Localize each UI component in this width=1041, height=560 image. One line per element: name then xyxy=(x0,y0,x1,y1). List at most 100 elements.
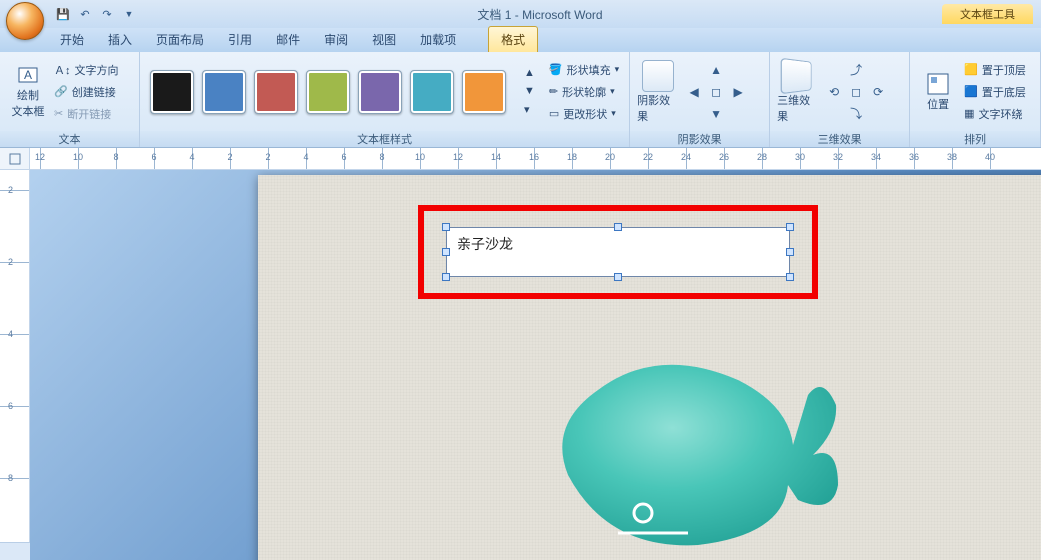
style-swatch-4[interactable] xyxy=(358,70,402,114)
group-arrange: 位置 🟨置于顶层 🟦置于底层 ▦文字环绕 排列 xyxy=(910,52,1041,147)
hruler-number: 12 xyxy=(453,152,463,162)
resize-handle-b[interactable] xyxy=(614,273,622,281)
tilt-down-icon[interactable]: ⤵ xyxy=(846,104,866,124)
send-to-back-button[interactable]: 🟦置于底层 xyxy=(960,82,1030,102)
save-button[interactable]: 💾 xyxy=(54,5,72,23)
text-wrapping-button[interactable]: ▦文字环绕 xyxy=(960,104,1030,124)
group-label-styles: 文本框样式 xyxy=(140,131,629,147)
hruler-number: 16 xyxy=(529,152,539,162)
tab-page-layout[interactable]: 页面布局 xyxy=(144,27,216,52)
textbox[interactable]: 亲子沙龙 xyxy=(446,227,790,277)
nudge-center-icon[interactable]: ◻ xyxy=(706,82,726,102)
send-back-icon: 🟦 xyxy=(964,85,978,98)
gallery-more-icon[interactable]: ▾ xyxy=(520,101,539,118)
hruler-number: 12 xyxy=(35,152,45,162)
draw-textbox-button[interactable]: A 绘制 文本框 xyxy=(6,57,50,127)
textbox-selection[interactable]: 亲子沙龙 xyxy=(446,227,790,277)
break-link-button[interactable]: ✂断开链接 xyxy=(50,104,123,124)
hruler-number: 28 xyxy=(757,152,767,162)
style-swatch-6[interactable] xyxy=(462,70,506,114)
hruler-number: 14 xyxy=(491,152,501,162)
hruler-number: 20 xyxy=(605,152,615,162)
ruler-row: 1210864224681012141618202224262830323436… xyxy=(0,148,1041,170)
nudge-right-icon[interactable]: ▶ xyxy=(728,82,748,102)
resize-handle-t[interactable] xyxy=(614,223,622,231)
shadow-effects-button[interactable]: 阴影效果 xyxy=(636,57,680,127)
group-label-3d: 三维效果 xyxy=(770,131,909,147)
nudge-up-icon[interactable]: ▲ xyxy=(706,60,726,80)
window-title: 文档 1 - Microsoft Word xyxy=(138,6,942,23)
bring-to-front-button[interactable]: 🟨置于顶层 xyxy=(960,60,1030,80)
vertical-ruler-wrap: 22468 xyxy=(0,170,30,560)
redo-button[interactable]: ↷ xyxy=(98,5,116,23)
hruler-number: 8 xyxy=(113,152,118,162)
nudge-left-icon[interactable]: ◀ xyxy=(684,82,704,102)
resize-handle-r[interactable] xyxy=(786,248,794,256)
hruler-number: 2 xyxy=(227,152,232,162)
tab-addins[interactable]: 加载项 xyxy=(408,27,468,52)
document-area[interactable]: 亲子沙龙 xyxy=(30,170,1041,560)
ruler-corner[interactable] xyxy=(0,148,30,169)
hruler-number: 18 xyxy=(567,152,577,162)
workspace: 22468 亲子沙龙 xyxy=(0,170,1041,560)
ribbon: A 绘制 文本框 Ａ↕文字方向 🔗创建链接 ✂断开链接 文本 ▲ ▼ ▾ 🪣形状… xyxy=(0,52,1041,148)
shadow-icon xyxy=(642,60,674,92)
qat-customize-icon[interactable]: ▼ xyxy=(120,5,138,23)
hruler-number: 26 xyxy=(719,152,729,162)
hruler-number: 4 xyxy=(189,152,194,162)
ruler-toggle-icon xyxy=(9,153,21,165)
resize-handle-tl[interactable] xyxy=(442,223,450,231)
tab-references[interactable]: 引用 xyxy=(216,27,264,52)
resize-handle-tr[interactable] xyxy=(786,223,794,231)
tilt-right-icon[interactable]: ⟳ xyxy=(868,82,888,102)
resize-handle-br[interactable] xyxy=(786,273,794,281)
tilt-left-icon[interactable]: ⟲ xyxy=(824,82,844,102)
gallery-down-icon[interactable]: ▼ xyxy=(520,83,539,99)
style-swatch-0[interactable] xyxy=(150,70,194,114)
resize-handle-bl[interactable] xyxy=(442,273,450,281)
vruler-number: 2 xyxy=(8,257,13,267)
quick-access-toolbar: 💾 ↶ ↷ ▼ xyxy=(54,5,138,23)
hruler-number: 22 xyxy=(643,152,653,162)
group-text: A 绘制 文本框 Ａ↕文字方向 🔗创建链接 ✂断开链接 文本 xyxy=(0,52,140,147)
style-swatch-1[interactable] xyxy=(202,70,246,114)
nudge-down-icon[interactable]: ▼ xyxy=(706,104,726,124)
tab-home[interactable]: 开始 xyxy=(48,27,96,52)
horizontal-ruler[interactable]: 1210864224681012141618202224262830323436… xyxy=(30,148,1041,169)
tilt-center-icon[interactable]: ◻ xyxy=(846,82,866,102)
tilt-up-icon[interactable]: ⤴ xyxy=(846,60,866,80)
shape-outline-button[interactable]: ✏形状轮廓▾ xyxy=(545,82,623,102)
create-link-button[interactable]: 🔗创建链接 xyxy=(50,82,123,102)
office-button[interactable] xyxy=(6,2,44,40)
contextual-tab-title: 文本框工具 xyxy=(942,4,1033,24)
vruler-number: 8 xyxy=(8,473,13,483)
position-button[interactable]: 位置 xyxy=(916,57,960,127)
hruler-number: 38 xyxy=(947,152,957,162)
hruler-number: 24 xyxy=(681,152,691,162)
textbox-icon: A xyxy=(17,65,39,87)
undo-button[interactable]: ↶ xyxy=(76,5,94,23)
tab-view[interactable]: 视图 xyxy=(360,27,408,52)
tab-insert[interactable]: 插入 xyxy=(96,27,144,52)
style-swatch-2[interactable] xyxy=(254,70,298,114)
svg-text:A: A xyxy=(24,68,32,82)
3d-effects-button[interactable]: 三维效果 xyxy=(776,57,820,127)
vertical-ruler[interactable]: 22468 xyxy=(0,170,30,542)
hruler-number: 6 xyxy=(151,152,156,162)
vruler-number: 6 xyxy=(8,401,13,411)
resize-handle-l[interactable] xyxy=(442,248,450,256)
text-direction-icon: Ａ↕ xyxy=(54,62,71,78)
text-direction-button[interactable]: Ａ↕文字方向 xyxy=(50,60,123,80)
tab-mailings[interactable]: 邮件 xyxy=(264,27,312,52)
page[interactable]: 亲子沙龙 xyxy=(258,175,1041,560)
style-swatch-5[interactable] xyxy=(410,70,454,114)
tab-review[interactable]: 审阅 xyxy=(312,27,360,52)
gallery-up-icon[interactable]: ▲ xyxy=(520,65,539,81)
hruler-number: 2 xyxy=(265,152,270,162)
tab-format[interactable]: 格式 xyxy=(488,26,538,52)
shape-fill-button[interactable]: 🪣形状填充▾ xyxy=(545,60,623,80)
bring-front-icon: 🟨 xyxy=(964,63,978,76)
link-icon: 🔗 xyxy=(54,85,68,98)
style-swatch-3[interactable] xyxy=(306,70,350,114)
change-shape-button[interactable]: ▭更改形状▾ xyxy=(545,104,623,124)
